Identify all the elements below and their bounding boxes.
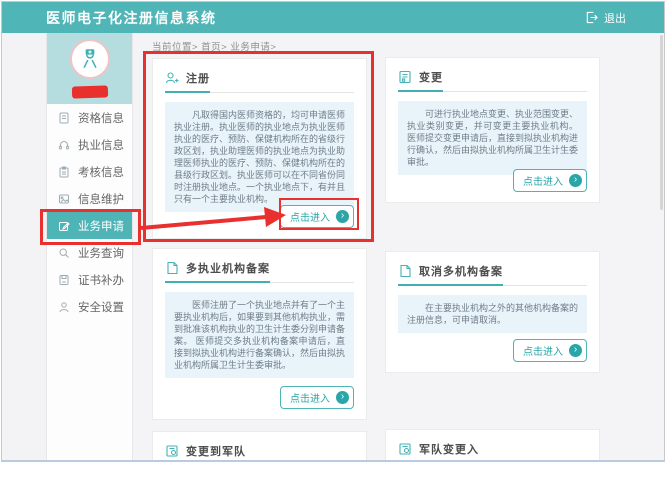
card-register: 注册 凡取得国内医师资格的，均可申请医师执业注册。执业医师的执业地点为执业医师执… [152,58,367,239]
left-gutter [2,33,46,460]
browser-viewport: 医师电子化注册信息系统 退出 [1,1,665,462]
search-icon [58,247,70,259]
breadcrumb: 当前位置> 首页> 业务申请> [152,39,276,53]
enter-button-cancel-filing[interactable]: 点击进入 › [513,339,587,362]
logout-button[interactable]: 退出 [585,2,626,33]
card-military-change-in: 军队变更入 [385,429,600,462]
card-cancel-multi-filing: 取消多机构备案 在主要执业机构之外的其他机构备案的注册信息，可申请取消。 点击进… [385,251,600,373]
sidebar-item-practice[interactable]: 执业信息 [47,131,132,158]
document-icon [58,112,70,124]
card-title: 取消多机构备案 [419,263,503,279]
scrollbar-thumb[interactable] [660,35,663,210]
doctor-avatar-icon [77,46,103,72]
clipboard-icon [58,166,70,178]
card-title: 变更 [419,69,443,85]
sidebar-item-security-settings[interactable]: 安全设置 [47,293,132,320]
sidebar-item-business-query[interactable]: 业务查询 [47,239,132,266]
logout-label: 退出 [604,10,626,26]
redacted-username [71,85,107,98]
avatar [70,39,110,79]
card-title: 军队变更入 [419,441,479,457]
headset-icon [58,139,70,151]
enter-button-register[interactable]: 点击进入 › [280,205,354,228]
image-icon [58,193,70,205]
sidebar-item-certificate-reissue[interactable]: 证书补办 [47,266,132,293]
sidebar-item-business-application[interactable]: 业务申请 [47,212,132,239]
card-description: 在主要执业机构之外的其他机构备案的注册信息，可申请取消。 [398,295,587,333]
sidebar: 资格信息 执业信息 考核信息 [46,33,133,460]
edit-icon [58,220,70,232]
sidebar-menu: 资格信息 执业信息 考核信息 [47,104,132,320]
arrow-circle-icon: › [569,174,582,187]
arrow-circle-icon: › [336,391,349,404]
app-title: 医师电子化注册信息系统 [46,8,217,28]
enter-button-change[interactable]: 点击进入 › [513,169,587,192]
sidebar-item-assessment[interactable]: 考核信息 [47,158,132,185]
card-description: 凡取得国内医师资格的，均可申请医师执业注册。执业医师的执业地点为执业医师执业的医… [165,102,354,212]
logout-icon [585,11,598,24]
stamp-icon [165,444,179,458]
add-user-icon [165,71,179,85]
card-multi-institution-filing: 多执业机构备案 医师注册了一个执业地点并有了一个主要执业机构后，如果要到其他机构… [152,248,367,420]
sidebar-item-info-maintenance[interactable]: 信息维护 [47,185,132,212]
card-description: 医师注册了一个执业地点并有了一个主要执业机构后，如果要到其他机构执业，需到批准该… [165,292,354,378]
page-fold-icon [398,264,412,278]
certificate-icon [58,274,70,286]
profile-panel [47,33,132,104]
card-title: 注册 [186,70,210,86]
card-title: 多执业机构备案 [186,260,270,276]
form-icon [398,70,412,84]
sidebar-item-qualification[interactable]: 资格信息 [47,104,132,131]
page-fold-icon [165,261,179,275]
card-change: 变更 可进行执业地点变更、执业范围变更、执业类别变更，并可变更主要执业机构。 医… [385,57,600,203]
card-title: 变更到军队 [186,443,246,459]
enter-button-multi-filing[interactable]: 点击进入 › [280,386,354,409]
stamp-icon [398,442,412,456]
arrow-circle-icon: › [336,210,349,223]
user-icon [58,301,70,313]
top-header: 医师电子化注册信息系统 退出 [2,2,664,33]
card-description: 可进行执业地点变更、执业范围变更、执业类别变更，并可变更主要执业机构。 医师提交… [398,101,587,175]
arrow-circle-icon: › [569,344,582,357]
card-change-to-military: 变更到军队 [152,431,367,462]
